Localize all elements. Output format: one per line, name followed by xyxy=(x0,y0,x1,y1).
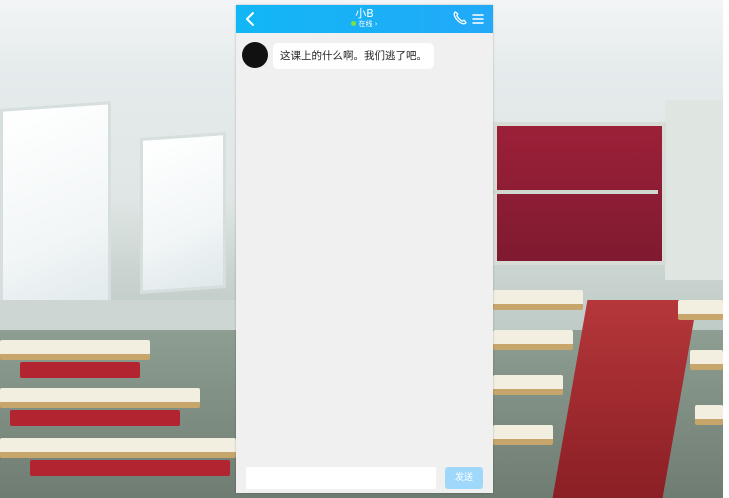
status-text: 在线 › xyxy=(358,20,378,28)
desk xyxy=(0,340,150,360)
chat-window: 小B 在线 › 这课上的什么啊。我们逃了吧。 发送 xyxy=(236,5,493,493)
blackboard-divider xyxy=(493,190,658,194)
online-dot xyxy=(351,21,357,26)
desk xyxy=(678,300,723,320)
seat xyxy=(10,410,180,426)
desk xyxy=(493,330,573,350)
menu-icon[interactable] xyxy=(471,11,485,25)
window-middle xyxy=(140,131,226,295)
message-row: 这课上的什么啊。我们逃了吧。 xyxy=(242,42,482,72)
desk xyxy=(0,438,236,458)
send-button[interactable]: 发送 xyxy=(445,467,483,489)
desk xyxy=(690,350,723,370)
desk xyxy=(493,290,583,310)
seat xyxy=(20,362,140,378)
desk xyxy=(695,405,723,425)
phone-icon[interactable] xyxy=(452,10,468,26)
desk xyxy=(493,425,553,445)
desk xyxy=(493,375,563,395)
message-bubble[interactable]: 这课上的什么啊。我们逃了吧。 xyxy=(273,43,434,69)
window-left xyxy=(0,101,111,325)
chat-titlebar: 小B 在线 › xyxy=(236,5,493,33)
seat xyxy=(30,460,230,476)
composer-bar: 发送 xyxy=(236,463,493,493)
right-wall xyxy=(665,100,723,280)
message-input[interactable] xyxy=(246,467,436,489)
avatar[interactable] xyxy=(242,42,268,68)
page-edge xyxy=(723,0,729,498)
desk xyxy=(0,388,200,408)
